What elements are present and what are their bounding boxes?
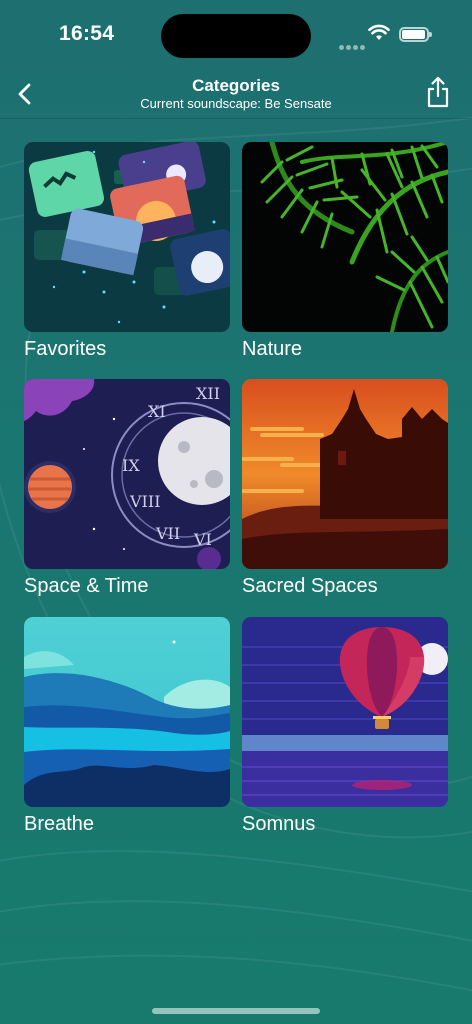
- category-tile-somnus[interactable]: Somnus: [242, 617, 448, 836]
- share-icon[interactable]: [420, 74, 456, 110]
- svg-text:VIII: VIII: [129, 492, 161, 511]
- category-tile-space-time[interactable]: XII XI IX VIII VII VI Space & Time: [24, 379, 230, 598]
- category-tile-favorites[interactable]: Favorites: [24, 142, 230, 361]
- category-tile-breathe[interactable]: Breathe: [24, 617, 230, 836]
- category-label: Breathe: [24, 813, 95, 835]
- dynamic-island: [161, 14, 311, 58]
- battery-icon: [399, 27, 432, 42]
- status-bar: 16:54: [0, 0, 472, 70]
- category-label: Somnus: [242, 813, 316, 835]
- page-title: Categories: [192, 76, 280, 95]
- svg-text:VI: VI: [193, 530, 212, 549]
- breathe-artwork: [24, 617, 230, 807]
- home-indicator[interactable]: [152, 1008, 320, 1014]
- nature-artwork: [242, 142, 448, 332]
- wifi-icon: [368, 24, 390, 40]
- svg-text:VII: VII: [155, 524, 180, 543]
- category-tile-sacred-spaces[interactable]: Sacred Spaces: [242, 379, 448, 598]
- favorites-artwork: [24, 142, 230, 332]
- category-label: Sacred Spaces: [242, 575, 378, 597]
- category-label: Favorites: [24, 338, 107, 360]
- category-tile-nature[interactable]: Nature: [242, 142, 448, 361]
- sacred-spaces-artwork: [242, 379, 448, 569]
- svg-text:XI: XI: [148, 402, 166, 421]
- signal-icon: [339, 37, 367, 55]
- svg-text:IX: IX: [122, 456, 140, 475]
- svg-text:XII: XII: [196, 384, 220, 403]
- space-time-artwork: XII XI IX VIII VII VI: [24, 379, 230, 569]
- category-label: Nature: [242, 338, 303, 360]
- current-soundscape-subtitle: Current soundscape: Be Sensate: [140, 96, 332, 111]
- status-time: 16:54: [59, 22, 115, 45]
- somnus-artwork: [242, 617, 448, 807]
- navigation-bar: Categories Current soundscape: Be Sensat…: [0, 70, 472, 119]
- category-label: Space & Time: [24, 575, 149, 597]
